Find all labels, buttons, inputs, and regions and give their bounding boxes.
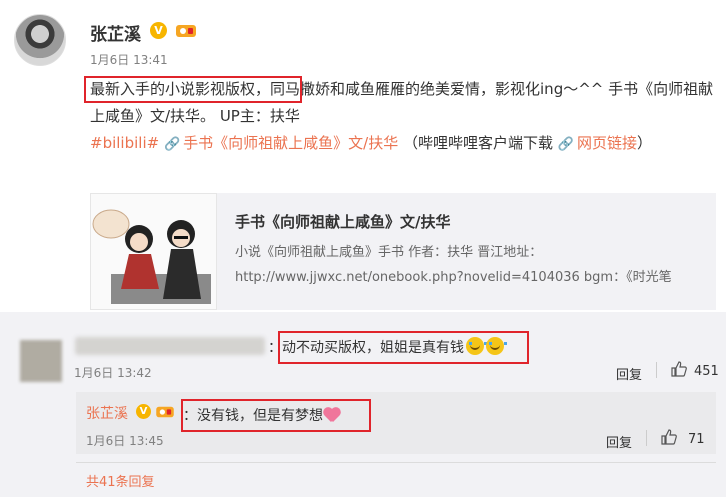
reply-divider bbox=[76, 462, 716, 463]
video-link-label: 手书《向师祖献上咸鱼》文/扶华 bbox=[183, 134, 399, 152]
link-icon: 🔗 bbox=[557, 137, 574, 152]
highlight-box bbox=[278, 331, 529, 364]
thumbs-up-icon[interactable] bbox=[660, 428, 678, 446]
author-avatar[interactable] bbox=[14, 14, 66, 66]
video-card-title[interactable]: 手书《向师祖献上咸鱼》文/扶华 bbox=[235, 211, 450, 232]
link-note: （哔哩哔哩客户端下载 bbox=[403, 134, 554, 152]
comment-timestamp: 1月6日 13:42 bbox=[74, 366, 152, 380]
web-link[interactable]: 🔗 网页链接 bbox=[558, 134, 637, 152]
video-card[interactable]: 手书《向师祖献上咸鱼》文/扶华 小说《向师祖献上咸鱼》手书 作者：扶华 晋江地址… bbox=[90, 193, 716, 310]
video-thumbnail[interactable] bbox=[90, 193, 217, 310]
post-timestamp[interactable]: 1月6日 13:41 bbox=[90, 51, 168, 68]
reply-reply-button[interactable]: 回复 bbox=[606, 432, 632, 451]
action-divider bbox=[656, 362, 657, 378]
video-link[interactable]: 🔗 手书《向师祖献上咸鱼》文/扶华 bbox=[164, 134, 398, 152]
link-close: ） bbox=[637, 134, 653, 152]
commenter-avatar-blurred[interactable] bbox=[20, 340, 62, 382]
thumbnail-illustration-icon bbox=[91, 194, 216, 309]
video-card-description-url: http://www.jjwxc.net/onebook.php?novelid… bbox=[235, 270, 672, 285]
video-card-description: 小说《向师祖献上咸鱼》手书 作者：扶华 晋江地址： bbox=[235, 245, 543, 260]
verified-badge-icon: V bbox=[150, 22, 167, 39]
web-link-label: 网页链接 bbox=[576, 134, 637, 152]
reply-timestamp: 1月6日 13:45 bbox=[86, 434, 164, 448]
highlight-box bbox=[181, 399, 371, 432]
comment-reply-button[interactable]: 回复 bbox=[616, 364, 642, 383]
member-level-icon bbox=[176, 25, 196, 37]
reply-like-count: 71 bbox=[688, 432, 705, 447]
commenter-name-blurred bbox=[75, 337, 265, 355]
view-more-replies-link[interactable]: 共41条回复 bbox=[86, 471, 155, 490]
highlight-box bbox=[84, 76, 302, 103]
hashtag-link[interactable]: #bilibili# bbox=[90, 134, 159, 152]
link-icon: 🔗 bbox=[163, 137, 181, 152]
member-level-icon bbox=[156, 406, 174, 418]
reply-author-name[interactable]: 张芷溪 bbox=[86, 403, 128, 423]
verified-badge-icon: V bbox=[136, 404, 151, 419]
thumbs-up-icon[interactable] bbox=[670, 360, 688, 378]
author-name[interactable]: 张芷溪 bbox=[90, 20, 141, 45]
action-divider bbox=[646, 430, 647, 446]
comment-like-count: 451 bbox=[694, 364, 719, 379]
